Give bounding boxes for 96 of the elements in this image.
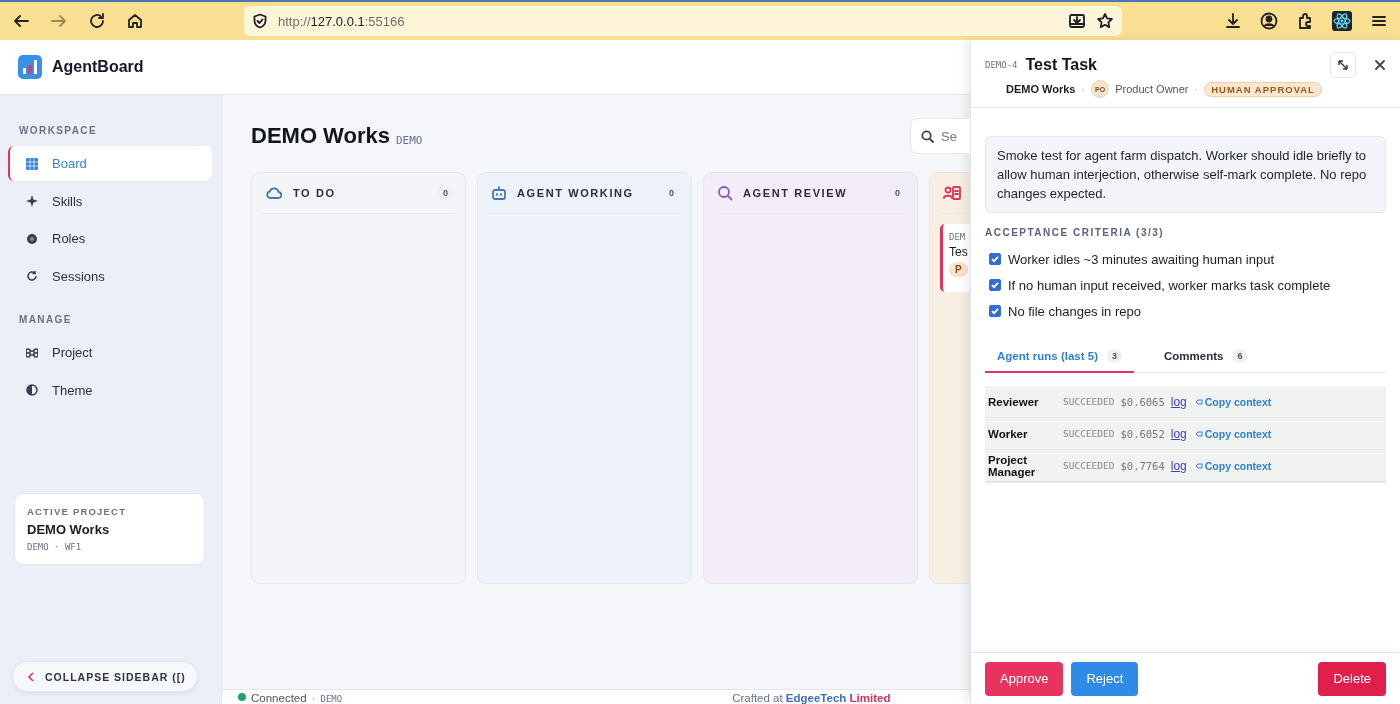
criterion-text: If no human input received, worker marks task complete	[1008, 277, 1331, 293]
checkbox[interactable]	[989, 305, 1001, 317]
section-title: MANAGE	[18, 314, 73, 325]
board-title: DEMO Works	[251, 123, 390, 149]
reload-icon[interactable]	[88, 12, 106, 30]
address-bar[interactable]: http://127.0.0.1:55166	[244, 6, 1122, 36]
copy-context-link[interactable]: Copy context	[1194, 459, 1272, 472]
criterion-text: Worker idles ~3 minutes awaiting human input	[1008, 251, 1275, 267]
tag-icon	[1194, 429, 1203, 438]
agent-name: Worker	[988, 427, 1029, 440]
run-status: SUCCEEDED	[1063, 460, 1115, 471]
collapse-sidebar-button[interactable]: COLLAPSE SIDEBAR ([)	[12, 661, 198, 692]
count-badge: 0	[888, 185, 907, 201]
run-cost: $0.6065	[1120, 395, 1165, 408]
chevron-left-icon	[27, 671, 35, 682]
shield-icon	[252, 13, 268, 29]
task-key: DEMO-4	[985, 60, 1018, 70]
separator: ·	[1194, 83, 1199, 95]
tag-icon	[1194, 461, 1203, 470]
cloud-icon	[265, 186, 283, 200]
role-name: Product Owner	[1115, 83, 1189, 95]
dot-icon	[26, 232, 38, 245]
column-title: TO DO	[293, 187, 336, 199]
sidebar-item[interactable]: Roles	[8, 221, 212, 256]
puzzle-icon[interactable]	[1296, 12, 1314, 30]
log-link[interactable]: log	[1170, 426, 1187, 441]
app-name: AgentBoard	[52, 58, 144, 76]
reject-button[interactable]: Reject	[1071, 661, 1139, 696]
project-meta: DEMO · WF1	[27, 542, 83, 552]
project-key: DEMO	[320, 694, 343, 704]
copy-context-link[interactable]: Copy context	[1194, 395, 1272, 408]
separator: ·	[311, 692, 316, 704]
close-icon[interactable]	[1374, 59, 1386, 71]
sidebar-item[interactable]: Board	[8, 146, 212, 181]
task-card[interactable]: DEM Tes P	[940, 224, 970, 292]
project-key: DEMO	[395, 133, 423, 147]
column-title: AGENT WORKING	[517, 187, 634, 199]
expand-icon	[1337, 59, 1349, 71]
search-field[interactable]: Se	[910, 118, 970, 154]
account-icon[interactable]	[1260, 12, 1278, 30]
log-link[interactable]: log	[1170, 394, 1187, 409]
task-title: Test Task	[1025, 56, 1097, 74]
copy-context-link[interactable]: Copy context	[1194, 427, 1272, 440]
tab[interactable]: Agent runs (last 5) 3	[985, 340, 1134, 373]
card-label: ACTIVE PROJECT	[27, 506, 128, 517]
tab[interactable]: Comments 6	[1152, 340, 1260, 373]
agent-name: Reviewer	[988, 395, 1040, 408]
run-cost: $0.6052	[1120, 427, 1165, 440]
id-card-icon	[943, 185, 961, 201]
count-badge: 0	[436, 185, 455, 201]
connection-status: Connected	[251, 692, 307, 704]
log-link[interactable]: log	[1170, 458, 1187, 473]
sidebar-item[interactable]: Project	[8, 335, 212, 370]
section-title: WORKSPACE	[18, 125, 98, 136]
delete-button[interactable]: Delete	[1318, 661, 1386, 696]
project-name: DEMO Works	[27, 522, 111, 537]
separator: ·	[1081, 83, 1086, 95]
half-circle-icon	[26, 384, 38, 396]
count-badge: 0	[662, 185, 681, 201]
download-icon[interactable]	[1224, 12, 1242, 30]
cycle-icon	[26, 270, 38, 282]
star-icon[interactable]	[1096, 12, 1114, 30]
checkbox[interactable]	[989, 253, 1001, 265]
home-icon[interactable]	[126, 12, 144, 30]
grid-icon	[26, 157, 38, 170]
logo-icon	[18, 55, 42, 79]
forward-icon[interactable]	[50, 12, 68, 30]
run-cost: $0.7764	[1120, 459, 1165, 472]
criterion-text: No file changes in repo	[1008, 303, 1141, 319]
sidebar-item[interactable]: Theme	[8, 372, 212, 408]
task-title: Tes	[949, 245, 968, 259]
task-description: Smoke test for agent farm dispatch. Worker should idle briefly to allow human interjection, otherwise self-mark complete. No repo changes expected.	[985, 136, 1386, 213]
checkbox[interactable]	[989, 279, 1001, 291]
search-icon	[717, 185, 733, 201]
column-title: AGENT REVIEW	[743, 187, 848, 199]
save-page-icon[interactable]	[1068, 12, 1086, 30]
approve-button[interactable]: Approve	[985, 661, 1064, 696]
back-icon[interactable]	[12, 12, 30, 30]
command-icon	[26, 346, 38, 359]
sidebar-item[interactable]: Skills	[8, 183, 212, 219]
expand-button[interactable]	[1330, 52, 1356, 78]
status-badge: HUMAN APPROVAL	[1204, 81, 1322, 97]
run-status: SUCCEEDED	[1063, 396, 1115, 407]
run-status: SUCCEEDED	[1063, 428, 1115, 439]
url-text: http://127.0.0.1:55166	[278, 13, 405, 29]
sidebar-item[interactable]: Sessions	[8, 258, 212, 294]
agent-name: Project Manager	[988, 453, 1037, 478]
project-name: DEMO Works	[1006, 83, 1076, 95]
task-key: DEM	[949, 232, 966, 242]
robot-icon	[491, 186, 507, 200]
sparkle-icon	[26, 195, 38, 207]
role-badge: P	[949, 262, 968, 277]
credit-text: Crafted at EdgeeTech Limited	[732, 692, 891, 704]
section-title: ACCEPTANCE CRITERIA (3/3)	[985, 227, 1166, 238]
tag-icon	[1194, 397, 1203, 406]
atom-icon[interactable]	[1332, 11, 1352, 31]
